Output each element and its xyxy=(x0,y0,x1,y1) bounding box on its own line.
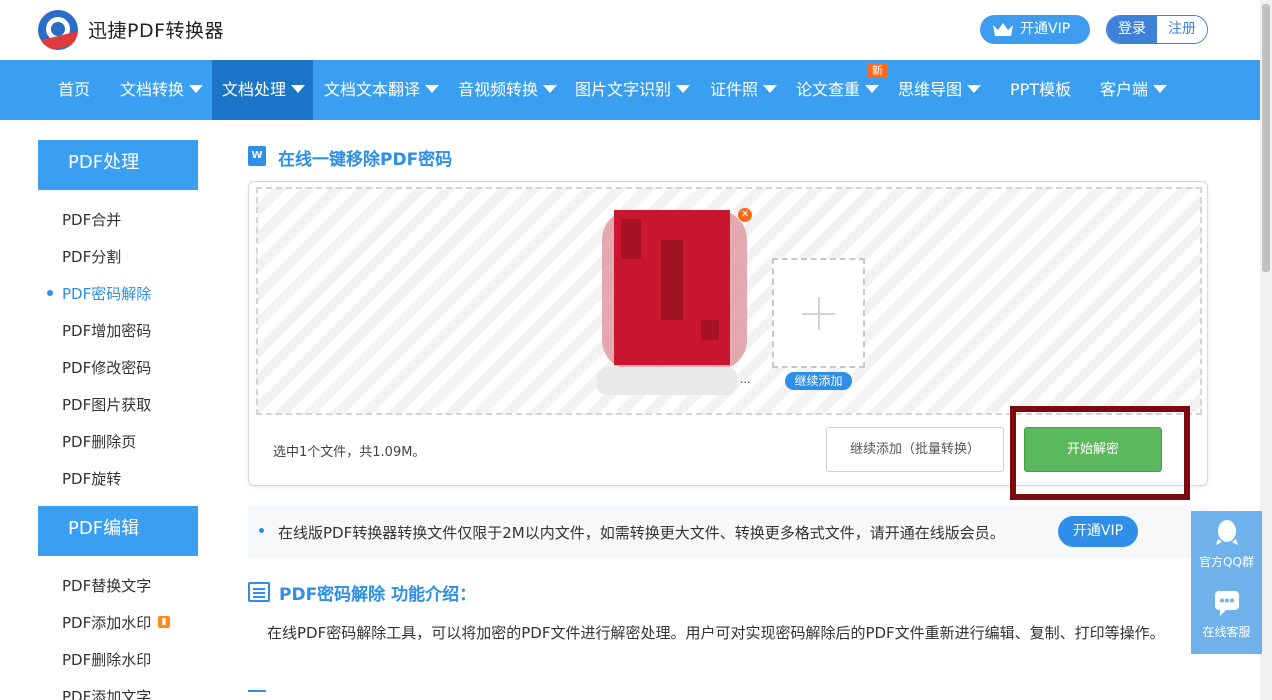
nav-label: 首页 xyxy=(58,80,91,99)
online-service-button[interactable]: 在线客服 xyxy=(1191,589,1262,640)
nav-label: 文档文本翻译 xyxy=(324,80,421,99)
login-button[interactable]: 登录 xyxy=(1107,16,1157,43)
caret-down-icon xyxy=(189,85,204,93)
section-icon xyxy=(248,690,266,700)
nav-label: 文档处理 xyxy=(222,80,287,99)
header: 迅捷PDF转换器 开通VIP 登录 注册 xyxy=(0,0,1260,60)
sidebar-item-pdf-split[interactable]: PDF分割 xyxy=(62,246,121,267)
sidebar-section-title: PDF编辑 xyxy=(38,506,198,556)
logo-icon[interactable] xyxy=(38,10,78,50)
chat-icon xyxy=(1214,591,1239,616)
qq-icon xyxy=(1215,520,1238,545)
caret-down-icon xyxy=(425,85,440,93)
nav-label: 证件照 xyxy=(710,80,759,99)
crown-icon xyxy=(993,23,1013,36)
batch-add-button[interactable]: 继续添加（批量转换） xyxy=(826,427,1004,472)
nav-item-home[interactable]: 首页 xyxy=(48,60,100,120)
sidebar-item-pdf-change-password[interactable]: PDF修改密码 xyxy=(62,357,151,378)
nav-item-ocr[interactable]: 图片文字识别 xyxy=(565,60,700,120)
sidebar-item-pdf-add-text[interactable]: PDF添加文字 xyxy=(62,686,151,700)
nav-item-mindmap[interactable]: 思维导图 xyxy=(888,60,991,120)
nav-item-av-convert[interactable]: 音视频转换 xyxy=(448,60,567,120)
new-badge: 新 xyxy=(867,63,888,78)
page: 迅捷PDF转换器 开通VIP 登录 注册 首页 文档转换 文档处理 文档文本翻译… xyxy=(0,0,1272,700)
nav-label: 客户端 xyxy=(1100,80,1149,99)
sidebar-section-title: PDF处理 xyxy=(38,140,198,190)
intro-text: 在线PDF密码解除工具，可以将加密的PDF文件进行解密处理。用户可对实现密码解除… xyxy=(267,624,1165,642)
scrollbar-thumb[interactable] xyxy=(1262,4,1270,272)
brand-name[interactable]: 迅捷PDF转换器 xyxy=(88,16,224,43)
plus-icon-stem xyxy=(818,297,820,330)
file-name-ellipsis: ... xyxy=(740,373,751,386)
news-icon xyxy=(248,582,270,602)
open-vip-button[interactable]: 开通VIP xyxy=(980,15,1090,44)
close-icon[interactable]: ✕ xyxy=(738,208,752,222)
register-button[interactable]: 注册 xyxy=(1157,16,1207,43)
word-doc-icon: W xyxy=(248,146,266,166)
add-more-button[interactable]: 继续添加 xyxy=(785,372,852,390)
sidebar-item-pdf-unlock[interactable]: PDF密码解除 xyxy=(62,283,151,304)
caret-down-icon xyxy=(676,85,691,93)
bullet-dot xyxy=(259,528,264,533)
page-title: 在线一键移除PDF密码 xyxy=(278,150,453,170)
sidebar-item-pdf-merge[interactable]: PDF合并 xyxy=(62,209,121,230)
caret-down-icon xyxy=(543,85,558,93)
float-service-panel: 官方QQ群 在线客服 xyxy=(1191,511,1262,654)
notice-bar: 在线版PDF转换器转换文件仅限于2M以内文件，如需转换更大文件、转换更多格式文件… xyxy=(248,506,1208,558)
nav-label: 思维导图 xyxy=(898,80,963,99)
qq-group-button[interactable]: 官方QQ群 xyxy=(1191,519,1262,570)
nav-label: PPT模板 xyxy=(1010,80,1072,99)
caret-down-icon xyxy=(865,85,880,93)
nav-item-ppt[interactable]: PPT模板 xyxy=(1000,60,1081,120)
nav-label: 文档转换 xyxy=(120,80,185,99)
notice-text: 在线版PDF转换器转换文件仅限于2M以内文件，如需转换更大文件、转换更多格式文件… xyxy=(278,524,1005,542)
nav-label: 论文查重 xyxy=(796,80,861,99)
auth-group: 登录 注册 xyxy=(1106,15,1208,44)
qq-group-label: 官方QQ群 xyxy=(1199,555,1254,569)
caret-down-icon xyxy=(1153,85,1168,93)
nav-label: 音视频转换 xyxy=(458,80,539,99)
file-summary: 选中1个文件，共1.09M。 xyxy=(273,445,426,460)
vip-tag-icon: ▮ xyxy=(158,616,170,628)
nav-item-doc-process[interactable]: 文档处理 xyxy=(212,60,314,120)
sidebar-item-pdf-extract-images[interactable]: PDF图片获取 xyxy=(62,394,151,415)
nav-item-doc-convert[interactable]: 文档转换 xyxy=(110,60,213,120)
sidebar-item-pdf-add-watermark[interactable]: PDF添加水印 xyxy=(62,612,151,633)
caret-down-icon xyxy=(291,85,306,93)
nav-item-id-photo[interactable]: 证件照 xyxy=(700,60,787,120)
file-thumbnail: ... xyxy=(597,205,752,395)
active-indicator xyxy=(47,290,53,296)
main-nav: 首页 文档转换 文档处理 文档文本翻译 音视频转换 图片文字识别 证件照 论文查… xyxy=(0,60,1260,120)
open-vip-label: 开通VIP xyxy=(1020,21,1071,37)
sidebar-item-pdf-remove-watermark[interactable]: PDF删除水印 xyxy=(62,649,151,670)
nav-item-translate[interactable]: 文档文本翻译 xyxy=(314,60,449,120)
add-file-box[interactable] xyxy=(772,258,865,368)
sidebar-item-pdf-add-password[interactable]: PDF增加密码 xyxy=(62,320,151,341)
nav-item-client[interactable]: 客户端 xyxy=(1090,60,1177,120)
highlight-box xyxy=(1010,406,1190,500)
notice-vip-button[interactable]: 开通VIP xyxy=(1058,516,1138,547)
sidebar-item-pdf-rotate[interactable]: PDF旋转 xyxy=(62,468,121,489)
nav-label: 图片文字识别 xyxy=(575,80,672,99)
intro-title: PDF密码解除 功能介绍： xyxy=(279,585,477,605)
online-service-label: 在线客服 xyxy=(1202,625,1251,639)
sidebar-item-pdf-replace-text[interactable]: PDF替换文字 xyxy=(62,575,151,596)
file-name-redacted xyxy=(597,367,737,395)
caret-down-icon xyxy=(763,85,778,93)
caret-down-icon xyxy=(967,85,982,93)
sidebar-item-pdf-delete-pages[interactable]: PDF删除页 xyxy=(62,431,136,452)
